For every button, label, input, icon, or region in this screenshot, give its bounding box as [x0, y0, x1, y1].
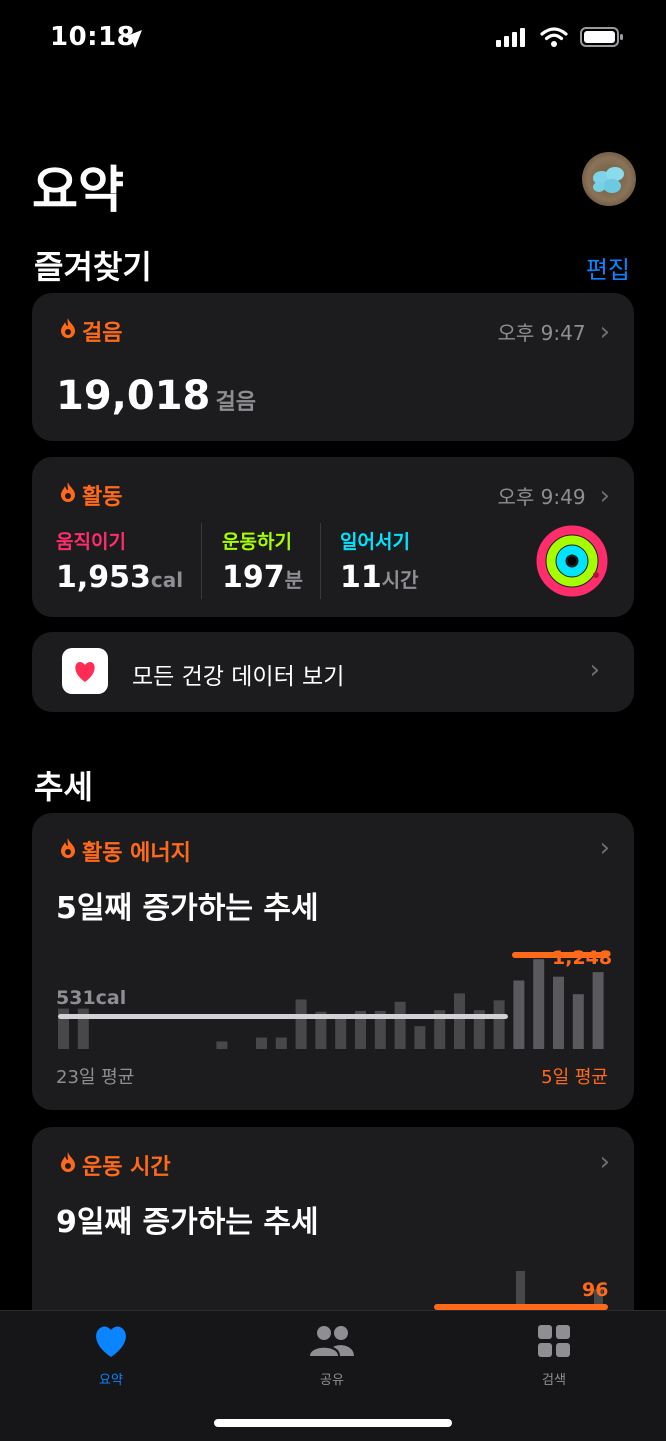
home-indicator	[214, 1419, 452, 1427]
page-title: 요약	[32, 161, 124, 219]
all-health-data-row[interactable]: 모든 건강 데이터 보기 ›	[32, 632, 634, 712]
avg-23-value: 531cal	[56, 987, 127, 1009]
active-energy-label: 활동 에너지	[82, 841, 191, 866]
tab-sharing-label: 공유	[320, 1373, 344, 1388]
chart-bar	[216, 1041, 228, 1049]
activity-label-row: 활동	[60, 479, 122, 511]
steps-unit: 걸음	[215, 390, 256, 415]
active-energy-headline: 5일째 증가하는 추세	[56, 891, 319, 926]
steps-time-row: 오후 9:47 ›	[498, 317, 610, 346]
chart-bar	[553, 976, 564, 1049]
chart-bar	[335, 1013, 347, 1049]
exercise-time-label-row: 운동 시간	[60, 1149, 171, 1181]
tab-browse-label: 검색	[542, 1373, 566, 1388]
exercise-unit: 분	[284, 568, 304, 592]
steps-card[interactable]: 걸음 오후 9:47 › 19,018 걸음	[32, 293, 634, 441]
chevron-right-icon: ›	[599, 833, 610, 863]
exercise-time-label: 운동 시간	[82, 1155, 171, 1180]
status-icons	[496, 26, 624, 52]
chevron-right-icon: ›	[599, 480, 610, 511]
chart-bar	[454, 993, 465, 1049]
all-health-data-label: 모든 건강 데이터 보기	[132, 664, 345, 690]
flame-icon	[60, 1151, 76, 1179]
tab-summary[interactable]: 요약	[51, 1311, 171, 1388]
chevron-right-icon: ›	[589, 655, 600, 685]
chart-bar	[275, 1037, 287, 1049]
chart-bar	[414, 1026, 426, 1049]
avg-5-value: 1,248	[552, 947, 613, 969]
steps-label: 걸음	[82, 321, 123, 346]
favorites-title: 즐겨찾기	[34, 248, 152, 286]
exercise-time-headline: 9일째 증가하는 추세	[56, 1205, 319, 1240]
activity-time-row: 오후 9:49 ›	[498, 481, 610, 510]
metric-divider	[320, 523, 321, 599]
tab-browse[interactable]: 검색	[494, 1311, 614, 1388]
location-icon	[122, 28, 144, 54]
chart-bar	[513, 980, 525, 1049]
avg-23-line	[58, 1014, 508, 1019]
wifi-icon	[540, 26, 568, 52]
move-value: 1,953	[56, 560, 151, 595]
activity-label: 활동	[82, 485, 123, 510]
exercise-avg-value: 96	[582, 1279, 609, 1301]
stand-label: 일어서기	[340, 531, 410, 553]
activity-card[interactable]: 활동 오후 9:49 › 움직이기 1,953cal 운동하기 197분 일어서…	[32, 457, 634, 617]
flame-icon	[60, 481, 76, 509]
health-app-icon	[62, 648, 108, 694]
chart-bar	[572, 994, 584, 1049]
avg-5-label: 5일 평균	[541, 1067, 608, 1088]
move-metric: 움직이기 1,953cal	[56, 527, 183, 595]
stand-value: 11	[340, 560, 382, 595]
battery-icon	[580, 26, 624, 52]
chart-bar	[295, 999, 307, 1049]
flame-icon	[60, 317, 76, 345]
grid-icon	[494, 1323, 614, 1363]
activity-time: 오후 9:49	[497, 485, 586, 509]
flame-icon	[60, 837, 76, 865]
move-unit: cal	[150, 568, 184, 592]
steps-value-row: 19,018 걸음	[56, 373, 256, 419]
metric-divider	[201, 523, 202, 599]
people-icon	[272, 1323, 392, 1363]
exercise-label: 운동하기	[222, 531, 292, 553]
steps-time: 오후 9:47	[497, 321, 586, 345]
signal-icon	[496, 27, 528, 51]
exercise-metric: 운동하기 197분	[222, 527, 303, 595]
chart-bar	[394, 1001, 406, 1049]
chevron-right-icon: ›	[599, 316, 610, 347]
heart-icon	[51, 1323, 171, 1363]
stand-metric: 일어서기 11시간	[340, 527, 419, 595]
tab-summary-label: 요약	[99, 1373, 123, 1388]
chart-bar	[493, 1000, 505, 1049]
stand-unit: 시간	[381, 568, 419, 592]
active-energy-label-row: 활동 에너지	[60, 835, 191, 867]
move-label: 움직이기	[56, 531, 126, 553]
chart-bar	[533, 959, 545, 1049]
profile-avatar[interactable]	[582, 152, 636, 206]
activity-rings	[534, 523, 610, 603]
chevron-right-icon: ›	[599, 1147, 610, 1177]
exercise-value: 197	[222, 560, 285, 595]
steps-value: 19,018	[56, 373, 211, 419]
tab-sharing[interactable]: 공유	[272, 1311, 392, 1388]
chart-bar	[256, 1037, 267, 1049]
steps-label-row: 걸음	[60, 315, 122, 347]
trends-title: 추세	[34, 768, 93, 806]
edit-button[interactable]: 편집	[586, 250, 630, 285]
active-energy-trend-card[interactable]: 활동 에너지 › 5일째 증가하는 추세 531cal 1,248 23일 평균…	[32, 813, 634, 1110]
avg-23-label: 23일 평균	[56, 1067, 135, 1088]
chart-bar	[592, 972, 604, 1049]
